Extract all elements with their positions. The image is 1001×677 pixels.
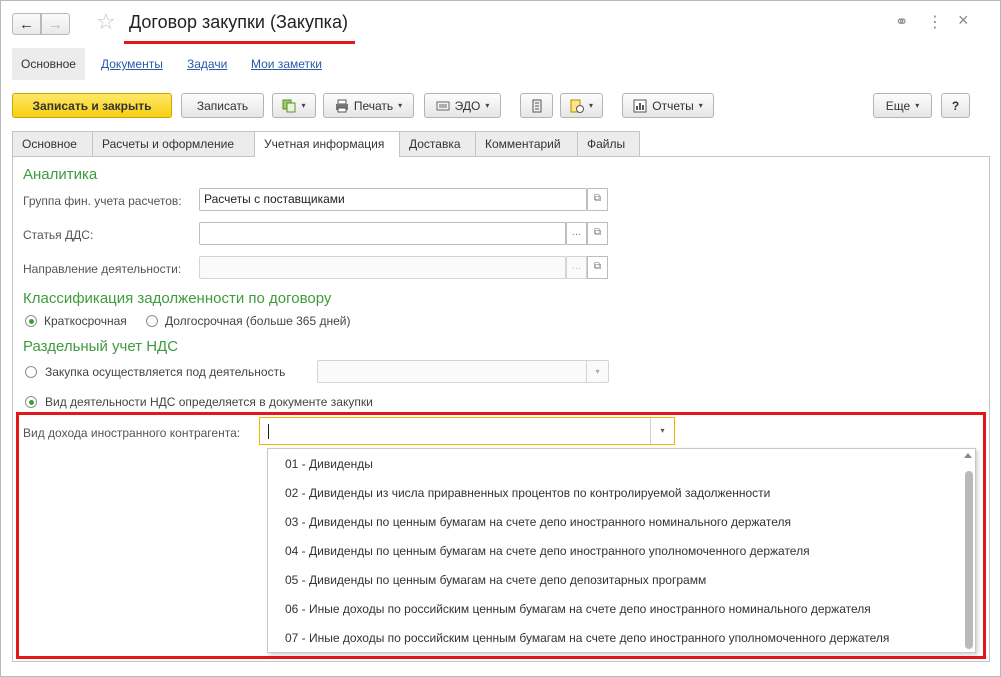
section-nav: Основное Документы Задачи Мои заметки (12, 48, 992, 80)
journal-icon (532, 99, 541, 112)
tab-accounting-info[interactable]: Учетная информация (254, 131, 400, 157)
radio-long-term[interactable] (146, 315, 158, 327)
chevron-down-icon: ▾ (398, 101, 403, 110)
dds-field[interactable]: … ⧉ (199, 222, 608, 245)
foreign-income-label: Вид дохода иностранного контрагента: (23, 426, 241, 440)
tab-main[interactable]: Основное (12, 131, 93, 156)
dds-label: Статья ДДС: (23, 228, 94, 242)
toolbar: Записать и закрыть Записать ▾ Печать ▾ Э… (1, 93, 1000, 121)
debt-heading: Классификация задолженности по договору (23, 290, 332, 307)
help-button[interactable]: ? (941, 93, 970, 118)
edo-icon (436, 101, 450, 110)
long-term-label: Долгосрочная (больше 365 дней) (165, 314, 351, 328)
dropdown-option[interactable]: 02 - Дивиденды из числа приравненных про… (285, 486, 770, 500)
radio-short-term[interactable] (25, 315, 37, 327)
foreign-income-dropdown: 01 - Дивиденды 02 - Дивиденды из числа п… (267, 448, 976, 653)
document-clock-icon (570, 99, 584, 113)
edo-label: ЭДО (454, 98, 481, 113)
back-button[interactable]: ← (12, 13, 41, 35)
chevron-down-icon: ▾ (485, 101, 490, 110)
analytics-heading: Аналитика (23, 166, 98, 183)
title-underline-annotation (124, 41, 355, 44)
chevron-down-icon[interactable]: ▾ (586, 361, 608, 382)
dropdown-scrollbar[interactable] (965, 471, 973, 649)
print-label: Печать (353, 98, 394, 113)
direction-label: Направление деятельности: (23, 262, 182, 276)
open-icon[interactable]: ⧉ (587, 256, 608, 279)
short-term-label: Краткосрочная (44, 314, 127, 328)
reports-label: Отчеты (652, 98, 694, 113)
select-ellipsis-icon[interactable]: … (566, 222, 587, 245)
printer-icon (335, 99, 348, 112)
more-vert-icon[interactable]: ⋮ (927, 12, 943, 32)
vat-activity-label: Закупка осуществляется под деятельность (45, 365, 286, 379)
vat-activity-select[interactable]: ▾ (317, 360, 609, 383)
dropdown-option[interactable]: 04 - Дивиденды по ценным бумагам на счет… (285, 544, 810, 558)
fin-group-label: Группа фин. учета расчетов: (23, 194, 182, 208)
back-arrow-icon: ← (19, 15, 34, 33)
save-button[interactable]: Записать (181, 93, 264, 118)
journal-button[interactable] (520, 93, 553, 118)
edo-button[interactable]: ЭДО ▾ (424, 93, 501, 118)
more-label: Еще (885, 98, 911, 113)
section-main[interactable]: Основное (12, 48, 85, 80)
section-notes[interactable]: Мои заметки (242, 48, 331, 80)
tab-payments[interactable]: Расчеты и оформление (92, 131, 255, 156)
forward-arrow-icon: → (48, 15, 63, 33)
forward-button[interactable]: → (41, 13, 70, 35)
attachments-button[interactable]: ▾ (560, 93, 603, 118)
radio-vat-activity[interactable] (25, 366, 37, 378)
section-tasks[interactable]: Задачи (178, 48, 236, 80)
link-icon[interactable]: ⚭ (895, 12, 908, 32)
vat-in-document-label: Вид деятельности НДС определяется в доку… (45, 395, 373, 409)
tab-delivery[interactable]: Доставка (399, 131, 476, 156)
tab-files[interactable]: Файлы (577, 131, 640, 156)
radio-vat-in-document[interactable] (25, 396, 37, 408)
tab-bar: Основное Расчеты и оформление Учетная ин… (12, 131, 992, 157)
open-icon[interactable]: ⧉ (587, 188, 608, 211)
open-icon[interactable]: ⧉ (587, 222, 608, 245)
scroll-up-icon[interactable] (964, 453, 972, 458)
save-and-close-button[interactable]: Записать и закрыть (12, 93, 172, 118)
create-based-on-button[interactable]: ▾ (272, 93, 316, 118)
title-bar: ← → ☆ Договор закупки (Закупка) ⚭ ⋮ × (1, 1, 1000, 45)
chevron-down-icon: ▾ (698, 101, 703, 110)
select-ellipsis-icon[interactable]: … (566, 256, 587, 279)
chevron-down-icon: ▾ (588, 101, 593, 110)
direction-field[interactable]: … ⧉ (199, 256, 608, 279)
foreign-income-combo[interactable]: ▾ (259, 417, 675, 445)
more-button[interactable]: Еще ▾ (873, 93, 932, 118)
dropdown-option[interactable]: 05 - Дивиденды по ценным бумагам на счет… (285, 573, 706, 587)
close-icon[interactable]: × (958, 10, 969, 31)
section-documents[interactable]: Документы (92, 48, 172, 80)
dropdown-option[interactable]: 01 - Дивиденды (285, 457, 373, 471)
favorite-star-icon[interactable]: ☆ (96, 9, 116, 35)
print-button[interactable]: Печать ▾ (323, 93, 414, 118)
dropdown-option[interactable]: 03 - Дивиденды по ценным бумагам на счет… (285, 515, 791, 529)
chevron-down-icon[interactable]: ▾ (650, 418, 674, 444)
vat-heading: Раздельный учет НДС (23, 338, 179, 355)
reports-icon (633, 99, 647, 112)
dropdown-option[interactable]: 07 - Иные доходы по российским ценным бу… (285, 631, 889, 645)
reports-button[interactable]: Отчеты ▾ (622, 93, 714, 118)
window: ← → ☆ Договор закупки (Закупка) ⚭ ⋮ × Ос… (0, 0, 1001, 677)
chevron-down-icon: ▾ (301, 101, 306, 110)
create-based-icon (282, 99, 296, 112)
fin-group-field[interactable]: Расчеты с поставщиками ⧉ (199, 188, 608, 211)
page-title: Договор закупки (Закупка) (129, 12, 348, 32)
text-cursor (268, 424, 269, 439)
fin-group-value: Расчеты с поставщиками (204, 192, 345, 206)
chevron-down-icon: ▾ (915, 101, 920, 110)
dropdown-option[interactable]: 06 - Иные доходы по российским ценным бу… (285, 602, 871, 616)
tab-comment[interactable]: Комментарий (475, 131, 578, 156)
